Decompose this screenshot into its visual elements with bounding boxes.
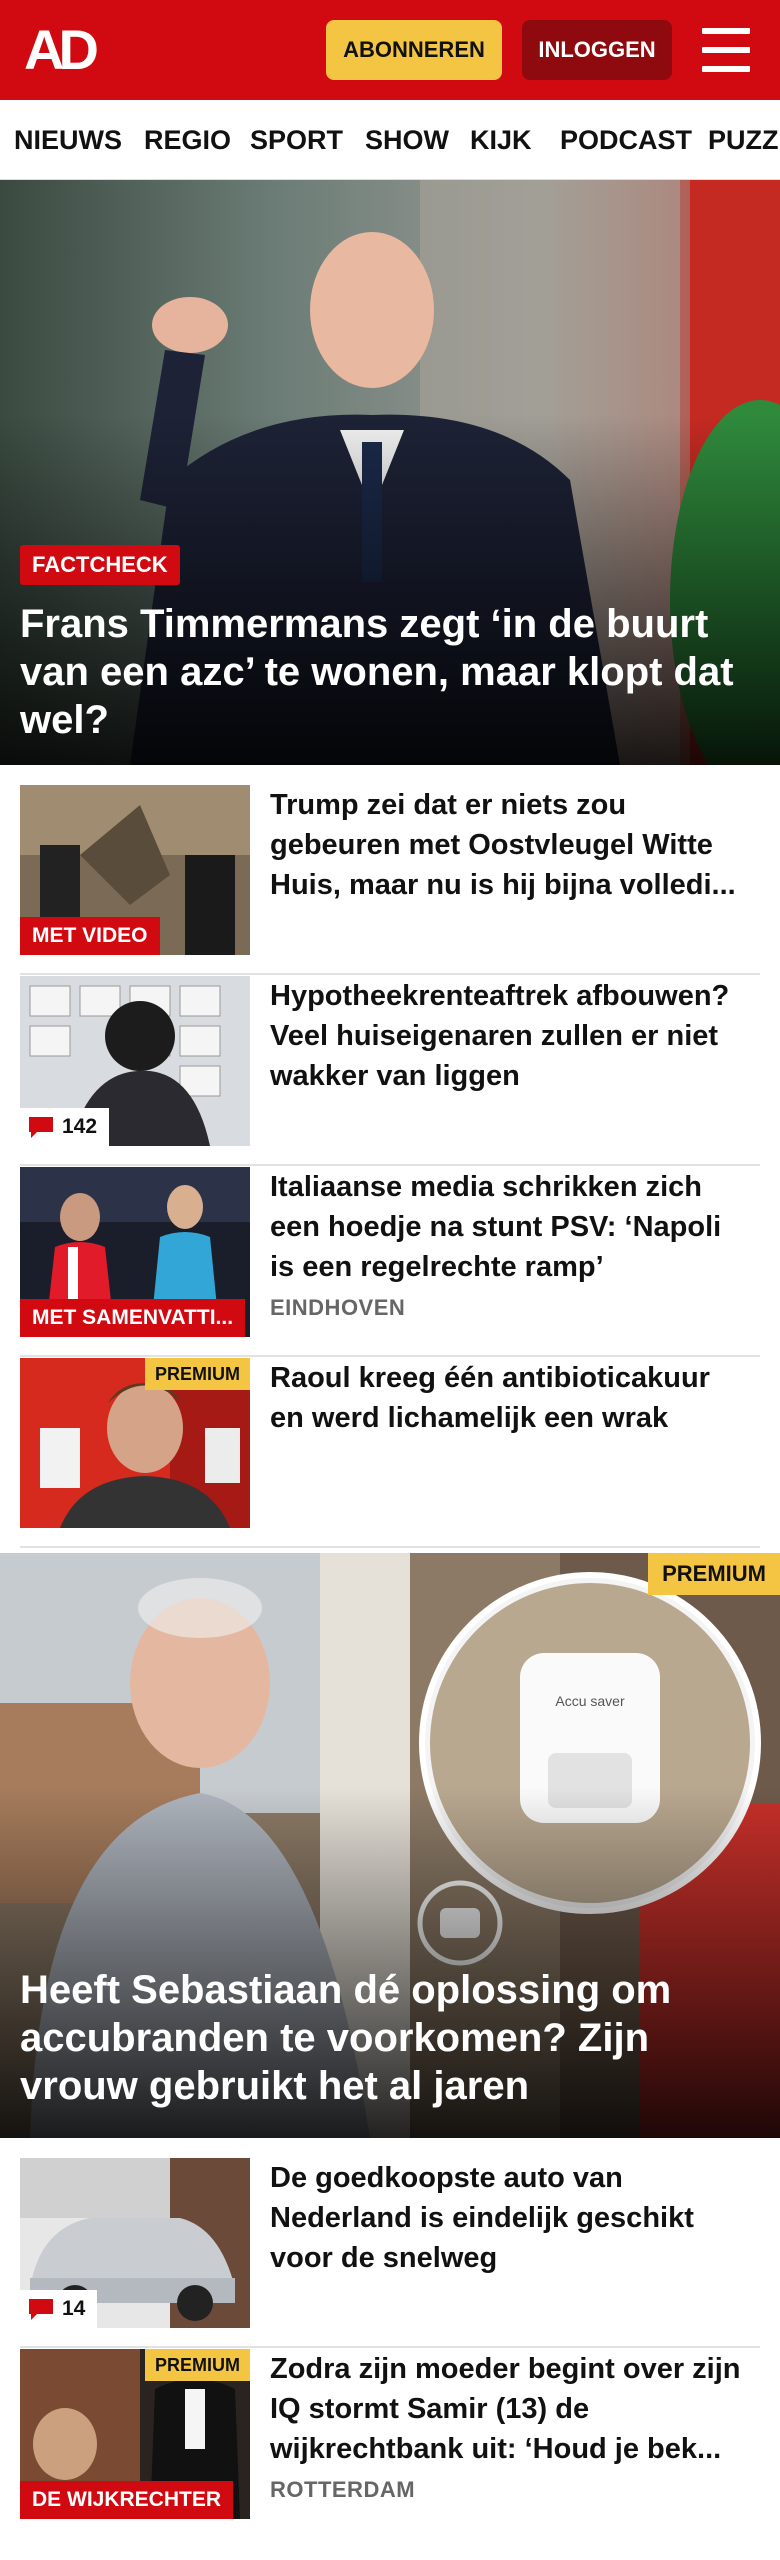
nav-item-podcast[interactable]: PODCAST [560,100,692,179]
hero-headline[interactable]: Frans Timmermans zegt ‘in de buurt van e… [20,600,756,744]
list-item-hypotheek[interactable]: 142 Hypotheekrenteaftrek afbouwen? Veel … [20,976,760,1166]
article-title[interactable]: Hypotheekrenteaftrek afbouwen? Veel huis… [270,976,750,1096]
article-title[interactable]: De goedkoopste auto van Nederland is ein… [270,2158,750,2278]
article-thumbnail: 14 [20,2158,250,2328]
list-item-auto[interactable]: 14 De goedkoopste auto van Nederland is … [20,2158,760,2348]
nav-item-show[interactable]: SHOW [365,100,449,179]
premium-badge: PREMIUM [145,2349,250,2381]
hero-article-accusaver[interactable]: Accu saver PREMIUM Heeft Sebastiaan dé o… [0,1553,780,2138]
list-item-samir[interactable]: PREMIUM DE WIJKRECHTER Zodra zijn moeder… [20,2349,760,2539]
article-title[interactable]: Italiaanse media schrikken zich een hoed… [270,1167,750,1287]
hamburger-menu-icon[interactable] [700,24,752,76]
subscribe-button[interactable]: ABONNEREN [326,20,502,80]
login-button[interactable]: INLOGGEN [522,20,672,80]
list-item-trump[interactable]: MET VIDEO Trump zei dat er niets zou geb… [20,785,760,975]
comment-count: 142 [20,1108,110,1146]
article-thumbnail: 142 [20,976,250,1146]
ad-logo[interactable]: AD [24,20,116,80]
summary-tag: MET SAMENVATTI... [20,1299,246,1337]
list-item-psv[interactable]: MET SAMENVATTI... Italiaanse media schri… [20,1167,760,1357]
comment-count-value: 14 [62,2297,86,2320]
premium-badge: PREMIUM [145,1358,250,1390]
article-title[interactable]: Zodra zijn moeder begint over zijn IQ st… [270,2349,750,2469]
top-header: AD ABONNEREN INLOGGEN [0,0,780,100]
series-tag: DE WIJKRECHTER [20,2481,234,2519]
hero-article-timmermans[interactable]: FACTCHECK Frans Timmermans zegt ‘in de b… [0,180,780,765]
article-thumbnail: PREMIUM [20,1358,250,1528]
section-nav: NIEUWS REGIO SPORT SHOW KIJK PODCAST PUZ… [0,100,780,180]
article-thumbnail: PREMIUM DE WIJKRECHTER [20,2349,250,2519]
location-label[interactable]: ROTTERDAM [270,2477,415,2503]
nav-item-regio[interactable]: REGIO [144,100,231,179]
comment-icon [29,2299,53,2320]
nav-item-nieuws[interactable]: NIEUWS [14,100,122,179]
product-label: Accu saver [555,1693,625,1709]
location-label[interactable]: EINDHOVEN [270,1295,405,1321]
article-title[interactable]: Trump zei dat er niets zou gebeuren met … [270,785,750,905]
hero-headline[interactable]: Heeft Sebastiaan dé oplossing om accubra… [20,1966,756,2110]
factcheck-tag: FACTCHECK [20,545,180,585]
nav-item-puzzels[interactable]: PUZZ [708,100,779,179]
nav-item-kijk[interactable]: KIJK [470,100,532,179]
video-tag: MET VIDEO [20,917,160,955]
nav-item-sport[interactable]: SPORT [250,100,343,179]
comment-icon [29,1117,53,1138]
article-thumbnail: MET SAMENVATTI... [20,1167,250,1337]
list-item-raoul[interactable]: PREMIUM Raoul kreeg één antibioticakuur … [20,1358,760,1548]
premium-badge: PREMIUM [648,1553,780,1595]
comment-count-value: 142 [62,1115,98,1138]
article-title[interactable]: Raoul kreeg één antibioticakuur en werd … [270,1358,750,1438]
comment-count: 14 [20,2290,98,2328]
article-thumbnail: MET VIDEO [20,785,250,955]
